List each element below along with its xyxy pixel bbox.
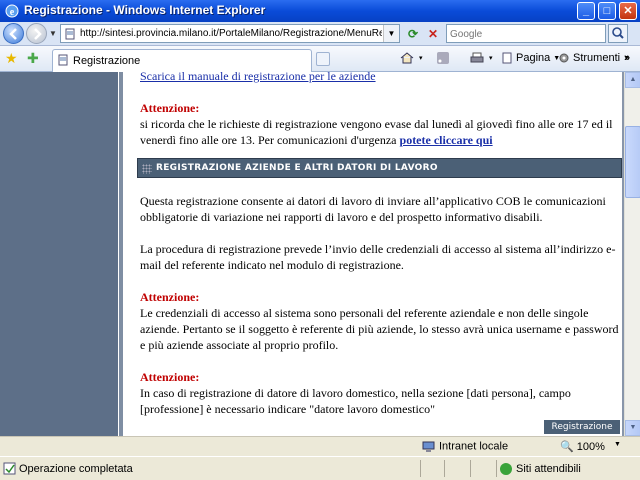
page-icon	[58, 54, 68, 66]
attention-heading-3: Attenzione:	[140, 370, 200, 384]
stop-icon[interactable]: ✕	[424, 25, 442, 43]
favorites-star-icon[interactable]: ★	[5, 51, 18, 65]
home-button[interactable]: ▾	[400, 52, 423, 64]
scroll-up-button[interactable]: ▲	[625, 72, 640, 88]
address-field[interactable]: http://sintesi.provincia.milano.it/Porta…	[60, 24, 400, 43]
svg-text:e: e	[10, 7, 15, 18]
status-text: Operazione completata	[19, 463, 133, 475]
page-menu[interactable]: Pagina ▼	[500, 52, 560, 64]
gear-icon	[559, 53, 569, 63]
feeds-button[interactable]	[436, 52, 452, 65]
scroll-thumb[interactable]	[625, 126, 640, 198]
window-title: Registrazione - Windows Internet Explore…	[24, 3, 266, 17]
tab-registrazione[interactable]: Registrazione	[52, 49, 312, 72]
address-toolbar: ▼ http://sintesi.provincia.milano.it/Por…	[0, 22, 640, 46]
search-button[interactable]	[608, 24, 628, 43]
page-icon	[502, 52, 512, 64]
manual-download-link[interactable]: Scarica il manuale di registrazione per …	[140, 72, 376, 84]
forward-arrow-icon	[34, 28, 42, 40]
urgent-contact-link[interactable]: potete cliccare qui	[400, 133, 493, 147]
status-separator	[496, 460, 497, 477]
address-url: http://sintesi.provincia.milano.it/Porta…	[80, 28, 382, 39]
refresh-icon[interactable]: ⟳	[404, 25, 422, 43]
back-arrow-icon	[9, 28, 17, 40]
status-separator	[444, 460, 445, 477]
tab-bar: ★ ✚ Registrazione ▾ ▾ Pagina ▼ Strumenti ▼…	[0, 46, 640, 72]
more-commands-icon[interactable]: »	[624, 52, 630, 64]
printer-icon	[470, 52, 484, 63]
notice-paragraph: si ricorda che le richieste di registraz…	[140, 117, 613, 147]
credentials-paragraph: Le credenziali di accesso al sistema son…	[140, 306, 619, 352]
trusted-sites-zone[interactable]: Siti attendibili	[500, 463, 581, 476]
home-icon	[400, 52, 414, 64]
grip-icon	[142, 164, 152, 174]
attention-heading-2: Attenzione:	[140, 290, 200, 304]
tools-menu[interactable]: Strumenti ▼	[557, 52, 630, 64]
rss-icon	[437, 52, 449, 65]
search-field[interactable]	[446, 24, 606, 43]
address-dropdown-icon[interactable]: ▼	[383, 25, 399, 42]
recent-pages-dropdown-icon[interactable]: ▼	[49, 29, 57, 38]
attention-heading: Attenzione:	[140, 101, 200, 115]
zoom-level[interactable]: 🔍 100%	[560, 440, 605, 453]
zoom-dropdown-icon[interactable]: ▼	[614, 441, 621, 448]
trusted-check-icon	[500, 463, 512, 476]
minimize-button[interactable]: _	[577, 2, 595, 20]
description-paragraph-2: La procedura di registrazione prevede l’…	[140, 242, 616, 272]
status-separator	[420, 460, 421, 477]
left-border	[119, 72, 123, 436]
title-bar[interactable]: e Registrazione - Windows Internet Explo…	[0, 0, 640, 22]
vertical-scrollbar[interactable]: ▲ ▼	[624, 72, 640, 436]
zone-bar: Intranet locale 🔍 100% ▼	[0, 436, 640, 456]
notice-block: Attenzione: si ricorda che le richieste …	[140, 100, 620, 148]
registrazione-badge[interactable]: Registrazione	[544, 420, 620, 434]
scroll-down-button[interactable]: ▼	[625, 420, 640, 436]
security-zone[interactable]: Intranet locale	[422, 440, 508, 453]
status-bar: Operazione completata Siti attendibili	[0, 456, 640, 480]
new-tab-button[interactable]	[316, 52, 330, 66]
forward-button[interactable]	[26, 23, 47, 44]
page-done-icon	[3, 462, 16, 475]
intranet-icon	[422, 441, 435, 452]
status-separator	[470, 460, 471, 477]
domestic-employer-paragraph: In caso di registrazione di datore di la…	[140, 386, 571, 416]
back-button[interactable]	[3, 23, 24, 44]
close-button[interactable]: ✕	[619, 2, 637, 20]
description-paragraph-1: Questa registrazione consente ai datori …	[140, 194, 606, 224]
page-viewport[interactable]: Scarica il manuale di registrazione per …	[0, 72, 640, 436]
tab-label: Registrazione	[73, 55, 141, 67]
search-input[interactable]	[450, 26, 590, 42]
description-block: Questa registrazione consente ai datori …	[140, 193, 620, 417]
magnifier-icon	[612, 27, 624, 39]
add-favorite-icon[interactable]: ✚	[27, 51, 39, 65]
page-icon	[65, 28, 75, 40]
left-sidebar-band	[0, 72, 118, 436]
section-header: REGISTRAZIONE AZIENDE E ALTRI DATORI DI …	[137, 158, 622, 178]
maximize-button[interactable]: □	[598, 2, 616, 20]
print-button[interactable]: ▾	[470, 52, 493, 64]
section-title: REGISTRAZIONE AZIENDE E ALTRI DATORI DI …	[156, 163, 438, 173]
ie-logo-icon: e	[5, 4, 19, 18]
